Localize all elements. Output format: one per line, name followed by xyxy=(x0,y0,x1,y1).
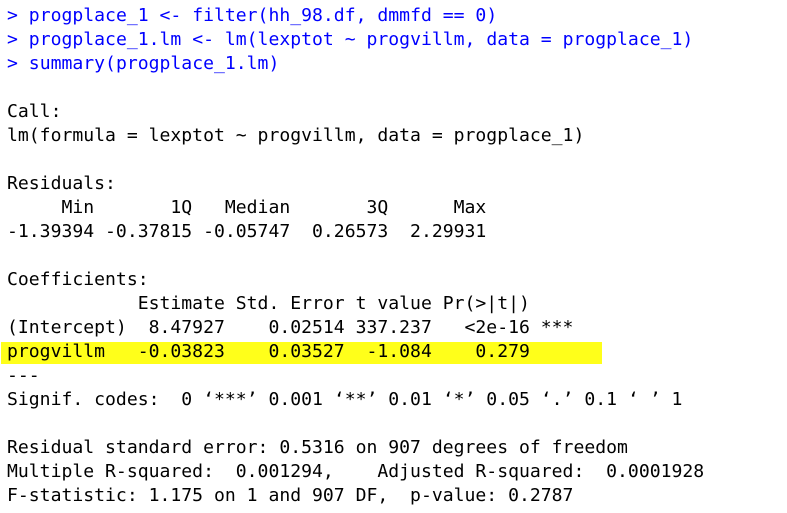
r-squared-line: Multiple R-squared: 0.001294, Adjusted R… xyxy=(7,461,716,482)
residuals-header: Residuals: xyxy=(7,173,116,194)
console-prompt: > xyxy=(7,5,29,26)
separator-line: --- xyxy=(7,365,40,386)
command-line-lm: > progplace_1.lm <- lm(lexptot ~ progvil… xyxy=(7,28,782,52)
console-prompt: > xyxy=(7,53,29,74)
call-header: Call: xyxy=(7,101,62,122)
console-prompt: > xyxy=(7,29,29,50)
coefficients-columns: Estimate Std. Error t value Pr(>|t|) xyxy=(7,293,574,314)
command-text: progplace_1 <- filter(hh_98.df, dmmfd ==… xyxy=(28,5,498,26)
residuals-labels: Min 1Q Median 3Q Max xyxy=(7,197,498,218)
residual-standard-error: Residual standard error: 0.5316 on 907 d… xyxy=(7,437,628,458)
command-line-summary: > summary(progplace_1.lm) xyxy=(7,52,782,76)
command-text: progplace_1.lm <- lm(lexptot ~ progvillm… xyxy=(28,29,694,50)
residuals-values: -1.39394 -0.37815 -0.05747 0.26573 2.299… xyxy=(7,221,498,242)
command-text: summary(progplace_1.lm) xyxy=(28,53,280,74)
r-console-output[interactable]: > progplace_1 <- filter(hh_98.df, dmmfd … xyxy=(1,4,782,508)
call-formula: lm(formula = lexptot ~ progvillm, data =… xyxy=(7,125,585,146)
f-statistic-line: F-statistic: 1.175 on 1 and 907 DF, p-va… xyxy=(7,485,574,506)
coefficient-row-progvillm: progvillm -0.03823 0.03527 -1.084 0.279 xyxy=(1,340,782,364)
command-line-filter: > progplace_1 <- filter(hh_98.df, dmmfd … xyxy=(7,4,782,28)
coefficients-header: Coefficients: xyxy=(7,269,149,290)
coefficient-row-intercept: (Intercept) 8.47927 0.02514 337.237 <2e-… xyxy=(7,317,574,338)
coefficient-row-text: progvillm -0.03823 0.03527 -1.084 0.279 xyxy=(7,341,574,362)
signif-codes: Signif. codes: 0 ‘***’ 0.001 ‘**’ 0.01 ‘… xyxy=(7,389,683,410)
